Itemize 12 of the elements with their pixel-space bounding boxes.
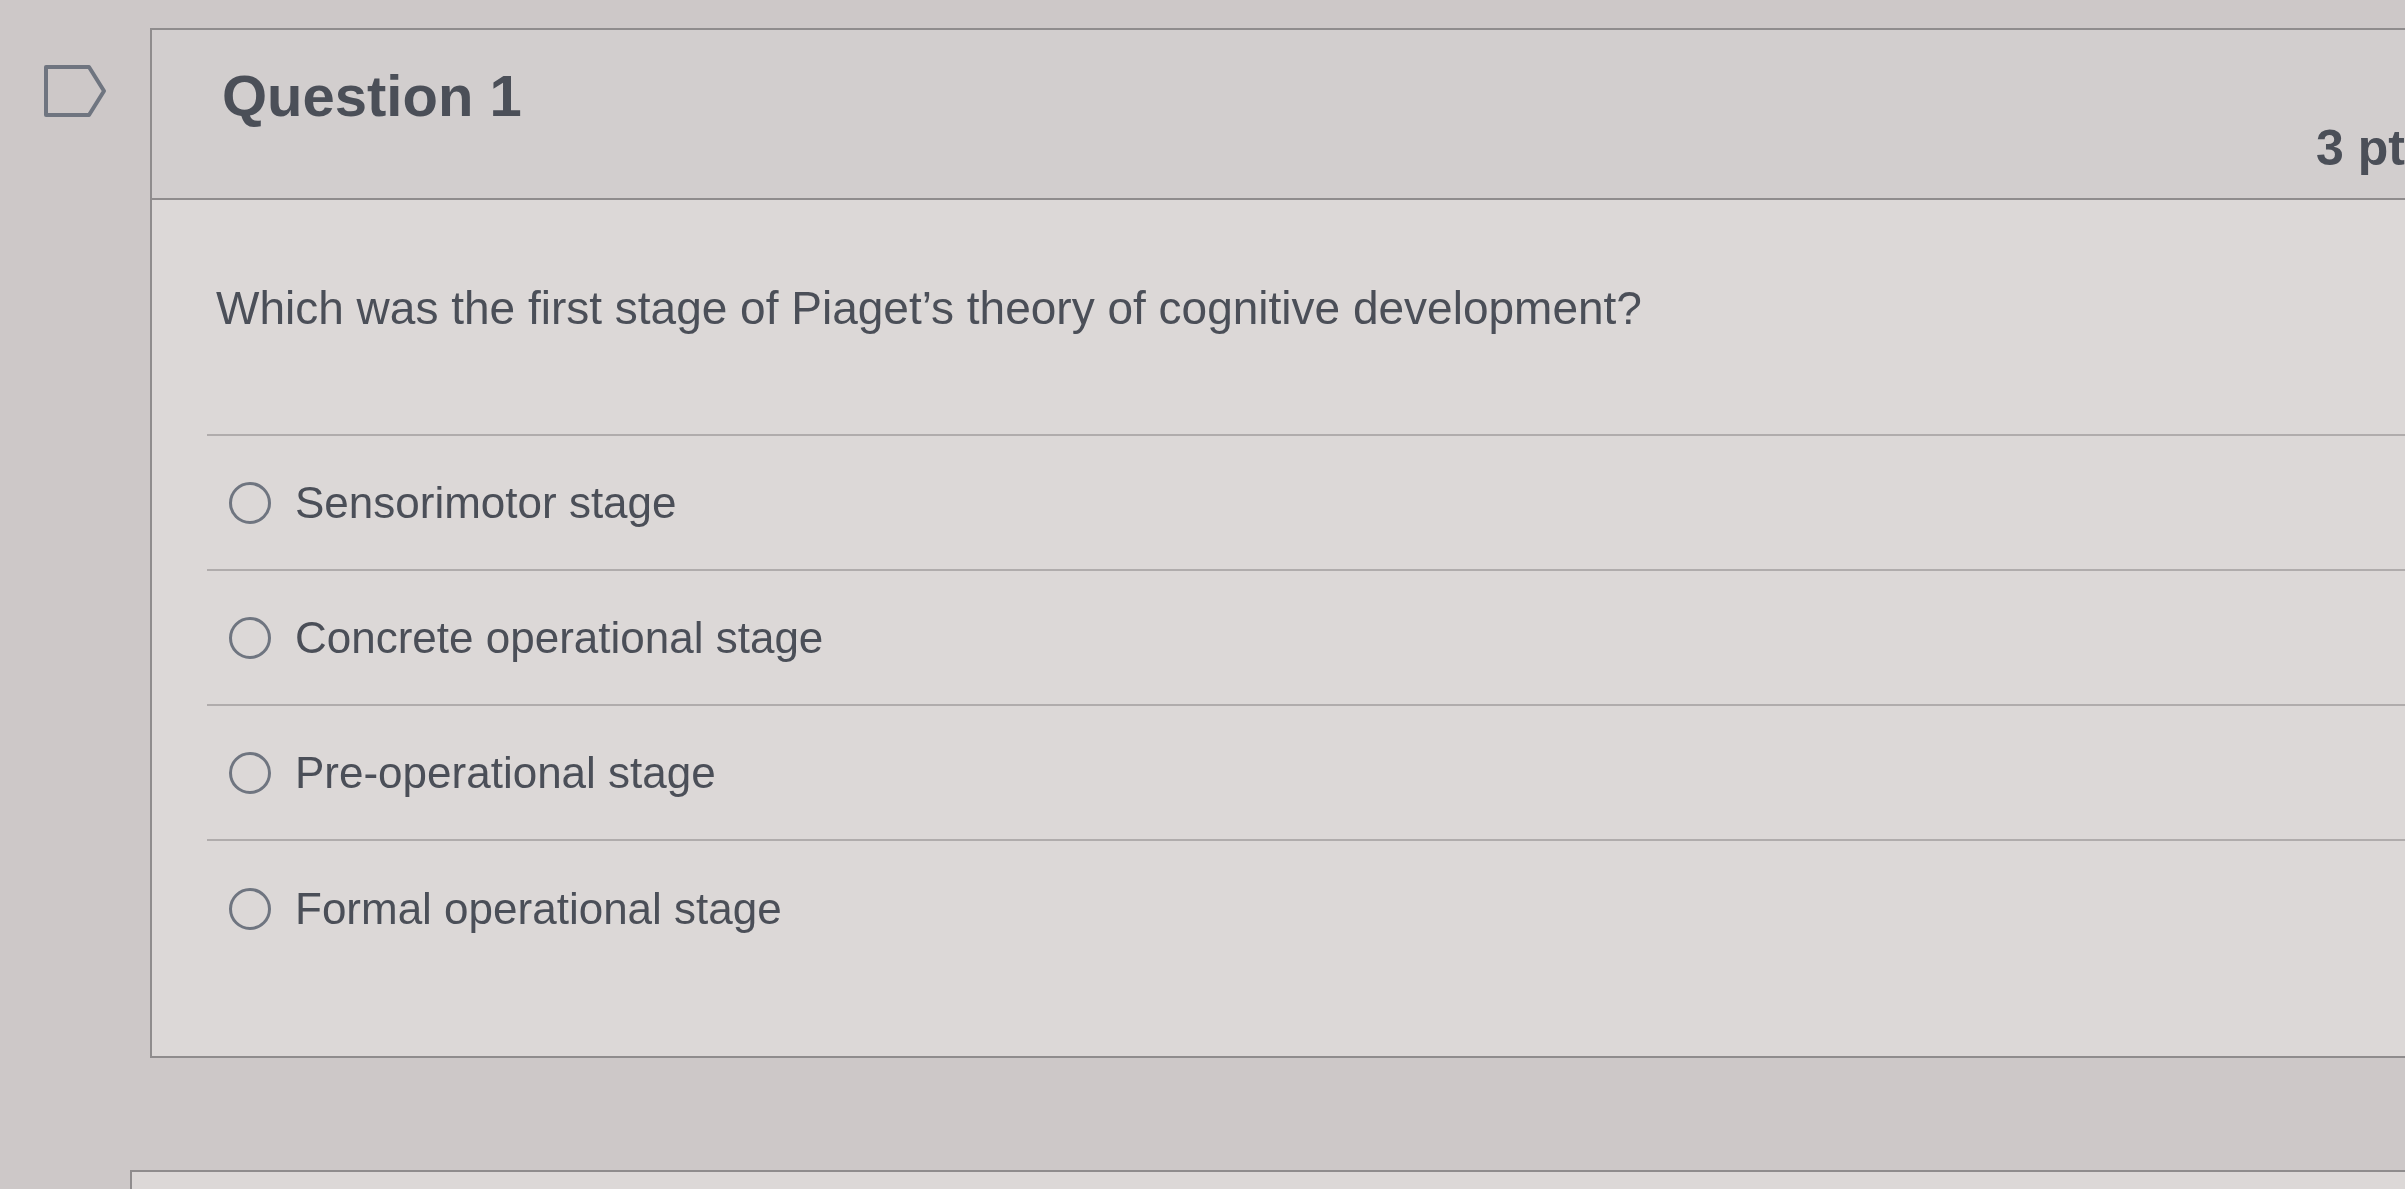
flag-icon[interactable] [43, 64, 107, 118]
radio-button[interactable] [229, 481, 271, 524]
answer-label[interactable]: Pre-operational stage [295, 746, 716, 799]
question-points: 3 pt [2316, 120, 2405, 176]
radio-button[interactable] [229, 751, 271, 794]
answer-label[interactable]: Sensorimotor stage [295, 476, 677, 529]
answer-label[interactable]: Concrete operational stage [295, 611, 824, 664]
question-title: Question 1 [222, 64, 522, 128]
question-text: Which was the first stage of Piaget’s theory of cognitive development? [216, 281, 1643, 336]
answer-label[interactable]: Formal operational stage [295, 882, 782, 935]
radio-button[interactable] [229, 887, 271, 930]
radio-button[interactable] [229, 616, 271, 659]
